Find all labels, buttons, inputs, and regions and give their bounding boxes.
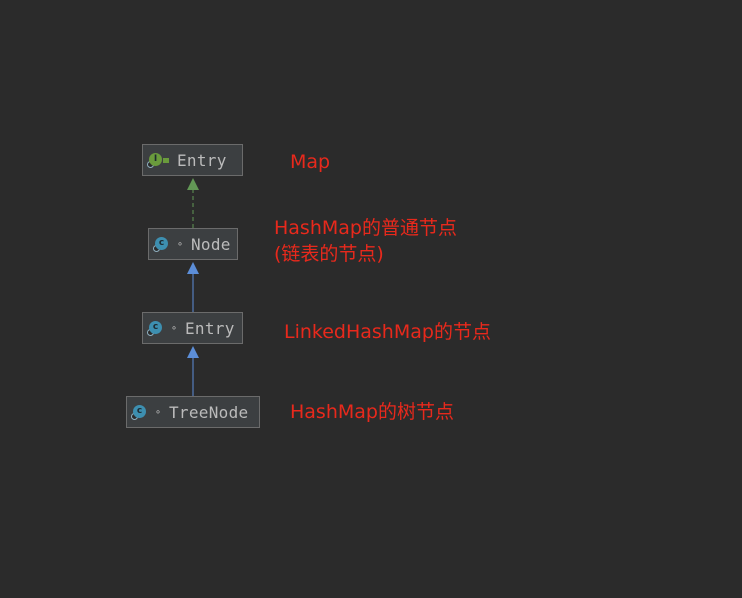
node-node[interactable]: c ∘ Node (148, 228, 238, 260)
annotation-hashmap-node-line2: (链表的节点) (274, 243, 384, 265)
node-linked-entry[interactable]: c ∘ Entry (142, 312, 243, 344)
node-label: TreeNode (169, 402, 249, 422)
annotation-hashmap-node-line1: HashMap的普通节点 (274, 217, 457, 239)
public-lock-icon (163, 158, 169, 163)
node-label: Entry (185, 318, 235, 338)
annotation-hashmap-node: HashMap的普通节点 (链表的节点) (274, 215, 457, 267)
node-label: Entry (177, 150, 227, 170)
annotation-linked-entry: LinkedHashMap的节点 (284, 321, 491, 343)
package-visibility-icon: ∘ (176, 238, 184, 250)
interface-icon: I (147, 151, 169, 169)
arrowhead-extends-entry (187, 346, 199, 358)
class-icon: c (147, 319, 165, 337)
edges-layer (187, 178, 199, 396)
node-tree-node[interactable]: c ∘ TreeNode (126, 396, 260, 428)
diagram-canvas: I Entry c ∘ Node c ∘ Entry c ∘ TreeNode … (0, 0, 742, 598)
arrowhead-implements (187, 178, 199, 190)
package-visibility-icon: ∘ (170, 322, 178, 334)
annotation-map: Map (290, 151, 331, 173)
annotation-tree-node: HashMap的树节点 (290, 401, 454, 423)
node-label: Node (191, 234, 231, 254)
package-visibility-icon: ∘ (154, 406, 162, 418)
node-map-entry[interactable]: I Entry (142, 144, 243, 176)
class-icon: c (131, 403, 149, 421)
class-icon: c (153, 235, 171, 253)
arrowhead-extends-node (187, 262, 199, 274)
